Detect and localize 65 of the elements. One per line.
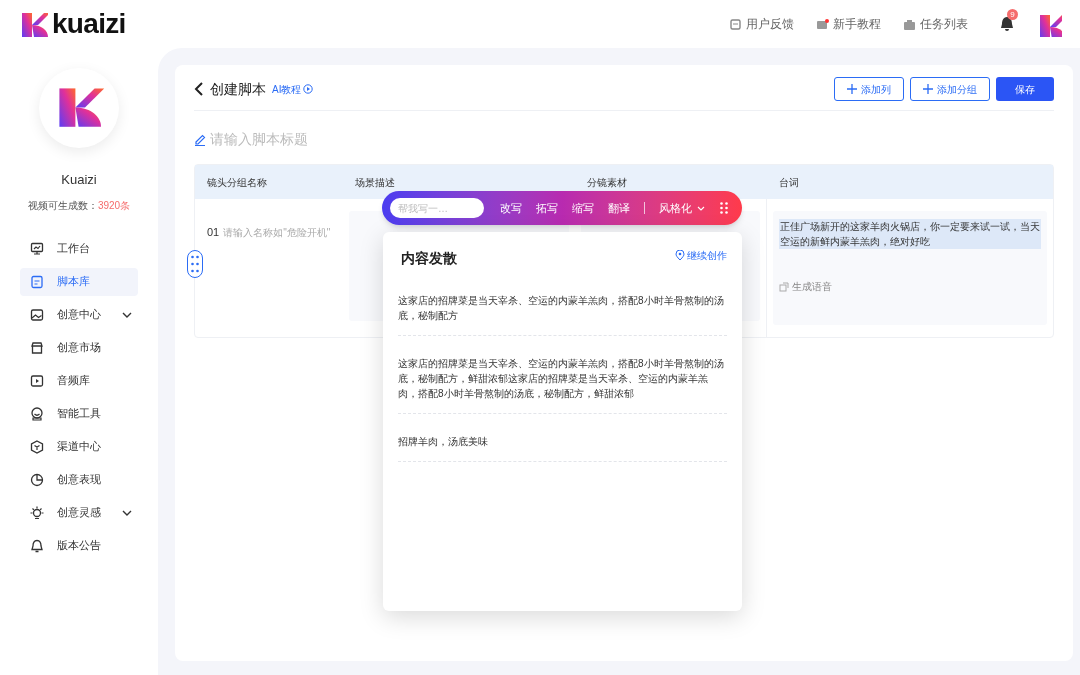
help-link[interactable]: AI教程 <box>272 81 314 97</box>
voice-button[interactable]: 生成语音 <box>779 279 832 294</box>
toolbar-action[interactable]: 改写 <box>500 199 522 217</box>
nav-item[interactable]: 脚本库 <box>20 267 138 296</box>
toolbar-action[interactable]: 翻译 <box>608 199 630 217</box>
plus-icon <box>923 84 933 94</box>
title-input[interactable]: 请输入脚本标题 <box>210 128 1054 150</box>
drag-handle[interactable] <box>187 250 203 278</box>
briefcase-icon <box>903 17 916 31</box>
save-button[interactable]: 保存 <box>996 77 1054 101</box>
row-index: 01 <box>207 225 220 240</box>
suggestion-text[interactable]: 招牌羊肉，汤底美味 <box>398 434 727 449</box>
back-icon <box>194 82 204 96</box>
header-link[interactable]: 用户反馈 <box>729 15 794 33</box>
nav-item[interactable]: 版本公告 <box>20 531 138 560</box>
continue-link[interactable]: 继续创作 <box>675 248 727 263</box>
add-button[interactable]: 添加分组 <box>910 77 990 101</box>
nav-item[interactable]: 创意中心 <box>20 300 138 329</box>
nav-item[interactable]: 创意市场 <box>20 333 138 362</box>
pie-chart-icon <box>30 472 44 487</box>
header-link[interactable]: 新手教程 <box>816 15 881 33</box>
robot-icon <box>30 406 44 421</box>
logo-text: kuaizi <box>52 10 126 38</box>
toolbar-action[interactable]: 拓写 <box>536 199 558 217</box>
chevron-down-icon <box>697 205 705 211</box>
suggestion-text[interactable]: 这家店的招牌菜是当天宰杀、空运的内蒙羊羔肉，搭配8小时羊骨熬制的汤底，秘制配方 <box>398 293 727 323</box>
nav-item[interactable]: 创意灵感 <box>20 498 138 527</box>
column-header: 镜头分组名称 <box>206 175 268 190</box>
header-link[interactable]: 任务列表 <box>903 15 968 33</box>
nav-item[interactable]: 音频库 <box>20 366 138 395</box>
nav-item[interactable]: 渠道中心 <box>20 432 138 461</box>
nav-item[interactable]: 工作台 <box>20 234 138 263</box>
bulb-icon <box>30 505 44 520</box>
play-icon <box>303 84 314 94</box>
account-name: Kuaizi <box>61 171 97 189</box>
toolbar-action[interactable]: 缩写 <box>572 199 594 217</box>
image-icon <box>30 307 44 322</box>
cube-icon <box>30 439 44 454</box>
add-button[interactable]: 添加列 <box>834 77 904 101</box>
monitor-icon <box>30 241 44 256</box>
nav-item[interactable]: 智能工具 <box>20 399 138 428</box>
popup-title: 内容发散 <box>401 249 457 268</box>
name-input[interactable]: 请输入名称如"危险开机" <box>223 225 344 240</box>
column-header: 台词 <box>778 175 800 190</box>
grip-icon <box>191 255 199 273</box>
pencil-icon <box>194 132 206 146</box>
nav-item[interactable]: 创意表现 <box>20 465 138 494</box>
suggestion-text[interactable]: 这家店的招牌菜是当天宰杀、空运的内蒙羊羔肉，搭配8小时羊骨熬制的汤底，秘制配方，鲜甜浓郁这家店的招牌菜是当天宰杀、空运的内蒙羊羔肉，搭配8小时羊骨熬制的汤底，秘制配方，鲜甜浓郁 <box>398 356 727 401</box>
grip-icon <box>720 202 728 214</box>
store-icon <box>30 340 44 355</box>
lines-text: 正佳广场新开的这家羊肉火锅店，你一定要来试一试，当天空运的新鲜内蒙羊羔肉，绝对好吃 <box>779 219 1041 249</box>
quota-label: 视频可生成数： <box>27 198 98 213</box>
style-menu[interactable]: 风格化 <box>659 199 705 217</box>
quota-value: 3920条 <box>97 198 131 213</box>
notification-badge: 9 <box>1007 9 1018 20</box>
plus-icon <box>847 84 857 94</box>
column-header: 分镜素材 <box>586 175 628 190</box>
bell-icon <box>30 538 44 553</box>
column-header: 场景描述 <box>354 175 396 190</box>
pin-icon <box>675 250 685 261</box>
play-icon <box>30 373 44 388</box>
feedback-icon <box>729 17 742 31</box>
bell-icon <box>1000 16 1014 32</box>
camera-icon <box>816 17 829 31</box>
page-title: 创建脚本 <box>210 79 266 99</box>
